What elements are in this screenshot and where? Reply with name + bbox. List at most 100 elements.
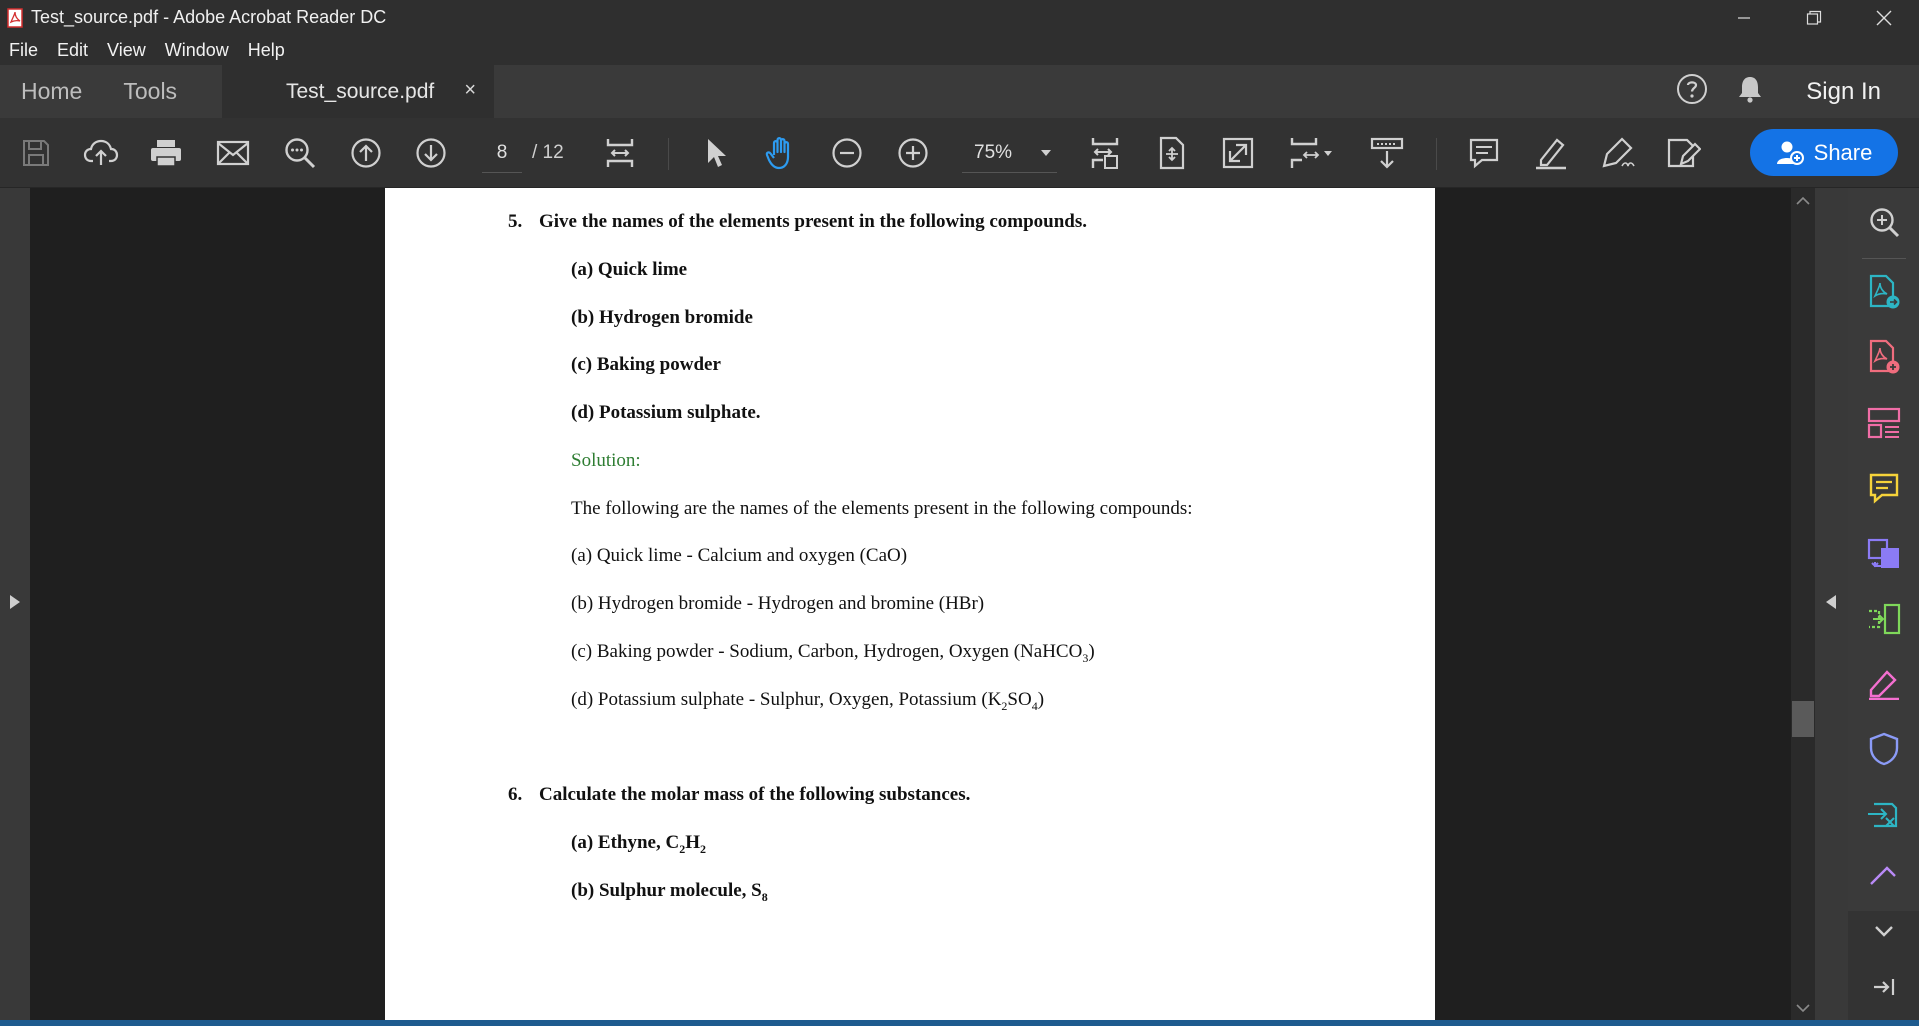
- chevron-down-icon[interactable]: [1796, 1000, 1810, 1018]
- arrow-down-circle-icon: [416, 138, 446, 168]
- toolbar-divider: [668, 138, 669, 170]
- tab-home[interactable]: Home: [0, 78, 82, 105]
- help-icon[interactable]: [1676, 73, 1708, 110]
- restore-button[interactable]: [1779, 0, 1849, 35]
- search-zoom-icon[interactable]: [1866, 204, 1902, 240]
- cloud-upload-icon: [83, 139, 119, 165]
- right-pane-toggle[interactable]: [1815, 188, 1848, 1020]
- tab-tools[interactable]: Tools: [82, 78, 177, 105]
- envelope-icon: [216, 140, 250, 166]
- zoom-in-button[interactable]: [893, 133, 933, 173]
- printer-icon: [151, 140, 181, 167]
- chevron-down-icon: [1040, 144, 1052, 162]
- scroll-mode-icon: [606, 139, 634, 167]
- upload-cloud-button[interactable]: [81, 133, 121, 173]
- draw-button[interactable]: [1598, 133, 1638, 173]
- rail-bottom-section: [1848, 911, 1919, 1020]
- tab-document[interactable]: Test_source.pdf ×: [222, 65, 494, 118]
- left-panel-toggle[interactable]: [0, 188, 30, 1020]
- highlight-button[interactable]: [1531, 133, 1571, 173]
- read-mode-button[interactable]: [1367, 133, 1407, 173]
- fit-page-button[interactable]: [1085, 133, 1125, 173]
- menu-view[interactable]: View: [98, 40, 156, 61]
- page-display-icon: [1290, 138, 1332, 168]
- chevron-left-icon: [1825, 594, 1837, 615]
- expand-icon: [1222, 137, 1254, 169]
- solution-intro: The following are the names of the eleme…: [571, 498, 1193, 519]
- toolbar: 8 / 12 75% Share: [0, 118, 1919, 188]
- chevron-down-icon[interactable]: [1866, 913, 1902, 949]
- rotate-page-button[interactable]: [1152, 133, 1192, 173]
- document-viewer[interactable]: 5. Give the names of the elements presen…: [30, 188, 1791, 1020]
- zoom-out-button[interactable]: [827, 133, 867, 173]
- zoom-dropdown[interactable]: 75%: [962, 133, 1057, 173]
- close-window-button[interactable]: [1849, 0, 1919, 35]
- chevron-right-icon: [9, 594, 21, 615]
- fit-width-button[interactable]: [600, 133, 640, 173]
- save-button[interactable]: [16, 133, 56, 173]
- menu-edit[interactable]: Edit: [48, 40, 98, 61]
- search-text-icon: [285, 138, 316, 169]
- menu-file[interactable]: File: [0, 40, 48, 61]
- select-tool-button[interactable]: [696, 133, 736, 173]
- fill-sign-tool-icon[interactable]: [1866, 858, 1902, 894]
- question-part: (a) Ethyne, C2H2: [571, 832, 706, 856]
- create-pdf-icon[interactable]: [1866, 339, 1902, 375]
- protect-shield-icon[interactable]: [1866, 731, 1902, 767]
- chevron-up-icon[interactable]: [1796, 193, 1810, 211]
- hand-icon: [765, 137, 790, 170]
- answer-line: (c) Baking powder - Sodium, Carbon, Hydr…: [571, 641, 1095, 665]
- find-button[interactable]: [280, 133, 320, 173]
- zoom-value: 75%: [974, 141, 1013, 163]
- arrow-up-circle-icon: [351, 138, 381, 168]
- vertical-scrollbar[interactable]: [1791, 188, 1815, 1020]
- close-tab-button[interactable]: ×: [464, 79, 476, 102]
- scrollbar-thumb[interactable]: [1792, 701, 1814, 737]
- answer-line: (d) Potassium sulphate - Sulphur, Oxygen…: [571, 689, 1045, 713]
- title-bar: Test_source.pdf - Adobe Acrobat Reader D…: [0, 0, 1919, 35]
- question-part: (a) Quick lime: [571, 259, 688, 280]
- comment-icon: [1469, 138, 1499, 169]
- hand-tool-button[interactable]: [762, 133, 802, 173]
- previous-page-button[interactable]: [346, 133, 386, 173]
- fill-sign-button[interactable]: [1663, 133, 1703, 173]
- question-number: 5.: [508, 211, 523, 232]
- pen-signature-icon: [1602, 137, 1635, 168]
- window-title: Test_source.pdf - Adobe Acrobat Reader D…: [31, 7, 387, 27]
- tab-bar: Home Tools Test_source.pdf × Sign In: [0, 65, 1919, 118]
- comment-button[interactable]: [1464, 133, 1504, 173]
- print-button[interactable]: [146, 133, 186, 173]
- fit-page-icon: [1091, 138, 1119, 169]
- collapse-rail-icon[interactable]: [1866, 969, 1902, 1005]
- page-number-input[interactable]: 8: [482, 133, 522, 173]
- menu-help[interactable]: Help: [239, 40, 295, 61]
- page-display-button[interactable]: [1286, 133, 1336, 173]
- compress-pdf-icon[interactable]: [1866, 601, 1902, 637]
- answer-line: (b) Hydrogen bromide - Hydrogen and brom…: [571, 593, 985, 614]
- menu-window[interactable]: Window: [156, 40, 239, 61]
- share-button[interactable]: Share: [1750, 129, 1898, 176]
- minimize-icon: [1738, 16, 1750, 19]
- minimize-button[interactable]: [1709, 0, 1779, 35]
- restore-icon: [1806, 10, 1822, 25]
- save-icon: [23, 140, 49, 166]
- sign-in-link[interactable]: Sign In: [1806, 78, 1881, 106]
- scroll-down-icon: [1370, 137, 1404, 169]
- add-user-icon: [1776, 141, 1804, 165]
- fill-sign-icon: [1667, 138, 1701, 168]
- full-screen-button[interactable]: [1218, 133, 1258, 173]
- next-page-button[interactable]: [411, 133, 451, 173]
- comment-tool-icon[interactable]: [1866, 470, 1902, 506]
- solution-label: Solution:: [571, 450, 641, 471]
- organize-pages-icon[interactable]: [1866, 405, 1902, 441]
- edit-pdf-icon[interactable]: [1866, 666, 1902, 702]
- highlighter-icon: [1536, 138, 1566, 170]
- question-part: (d) Potassium sulphate.: [571, 402, 761, 423]
- pdf-page: 5. Give the names of the elements presen…: [385, 188, 1435, 1020]
- combine-files-icon[interactable]: [1866, 535, 1902, 571]
- export-pdf-icon[interactable]: [1866, 274, 1902, 310]
- notifications-bell-icon[interactable]: [1736, 74, 1764, 109]
- send-for-review-icon[interactable]: [1866, 796, 1902, 832]
- email-button[interactable]: [213, 133, 253, 173]
- answer-line: (a) Quick lime - Calcium and oxygen (CaO…: [571, 545, 908, 566]
